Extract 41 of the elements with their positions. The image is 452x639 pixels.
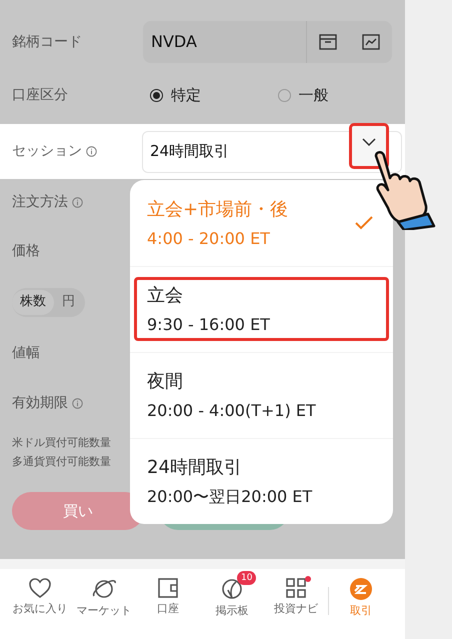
- notification-badge: 10: [237, 571, 256, 585]
- radio-button[interactable]: [278, 88, 291, 102]
- tray-icon[interactable]: [319, 34, 338, 50]
- info-icon[interactable]: [72, 196, 83, 208]
- buying-power-label: 米ドル買付可能数量: [12, 435, 111, 451]
- unit-tab[interactable]: 株数: [12, 290, 54, 314]
- planet-icon: [91, 577, 117, 601]
- field-label: 値幅: [12, 344, 40, 362]
- field-label: 注文方法: [12, 192, 68, 212]
- radio-label: 一般: [298, 84, 329, 106]
- nav-tab[interactable]: マーケット: [72, 571, 136, 620]
- radio-label: 特定: [171, 84, 202, 106]
- symbol-field[interactable]: NVDA: [143, 21, 392, 63]
- chevron-down-icon: [362, 138, 376, 146]
- field-label: 口座区分: [12, 86, 69, 104]
- buying-power-label: 多通貨買付可能数量: [12, 454, 111, 470]
- info-icon[interactable]: [72, 398, 83, 408]
- field-label: 銘柄コード: [12, 32, 83, 52]
- unit-tab[interactable]: 円: [54, 290, 83, 314]
- dropdown-option[interactable]: 立会 9:30 - 16:00 ET: [130, 266, 393, 352]
- nav-tab[interactable]: 掲示板 10: [200, 571, 264, 620]
- field-label: 価格: [12, 242, 40, 260]
- field-label: 有効期限: [12, 394, 68, 412]
- board-icon: [220, 577, 244, 601]
- dropdown-option[interactable]: 夜間 20:00 - 4:00(T+1) ET: [130, 352, 393, 438]
- wallet-icon: [157, 577, 179, 599]
- nav-tab[interactable]: 投資ナビ: [264, 571, 328, 618]
- nav-tab[interactable]: 口座: [136, 571, 200, 618]
- dropdown-arrow-button[interactable]: [349, 123, 389, 169]
- chart-icon[interactable]: [362, 34, 380, 50]
- dropdown-option[interactable]: 24時間取引 20:00〜翌日20:00 ET: [130, 438, 393, 524]
- check-icon: [355, 216, 373, 230]
- field-label: セッション: [12, 142, 82, 161]
- symbol-value: NVDA: [150, 31, 198, 53]
- heart-icon: [28, 577, 52, 599]
- nav-tab[interactable]: お気に入り: [8, 571, 72, 618]
- radio-button[interactable]: [150, 88, 164, 102]
- session-value: 24時間取引: [150, 141, 230, 162]
- trade-icon: [349, 577, 373, 601]
- info-icon[interactable]: [86, 146, 97, 157]
- grid-icon: [285, 577, 307, 599]
